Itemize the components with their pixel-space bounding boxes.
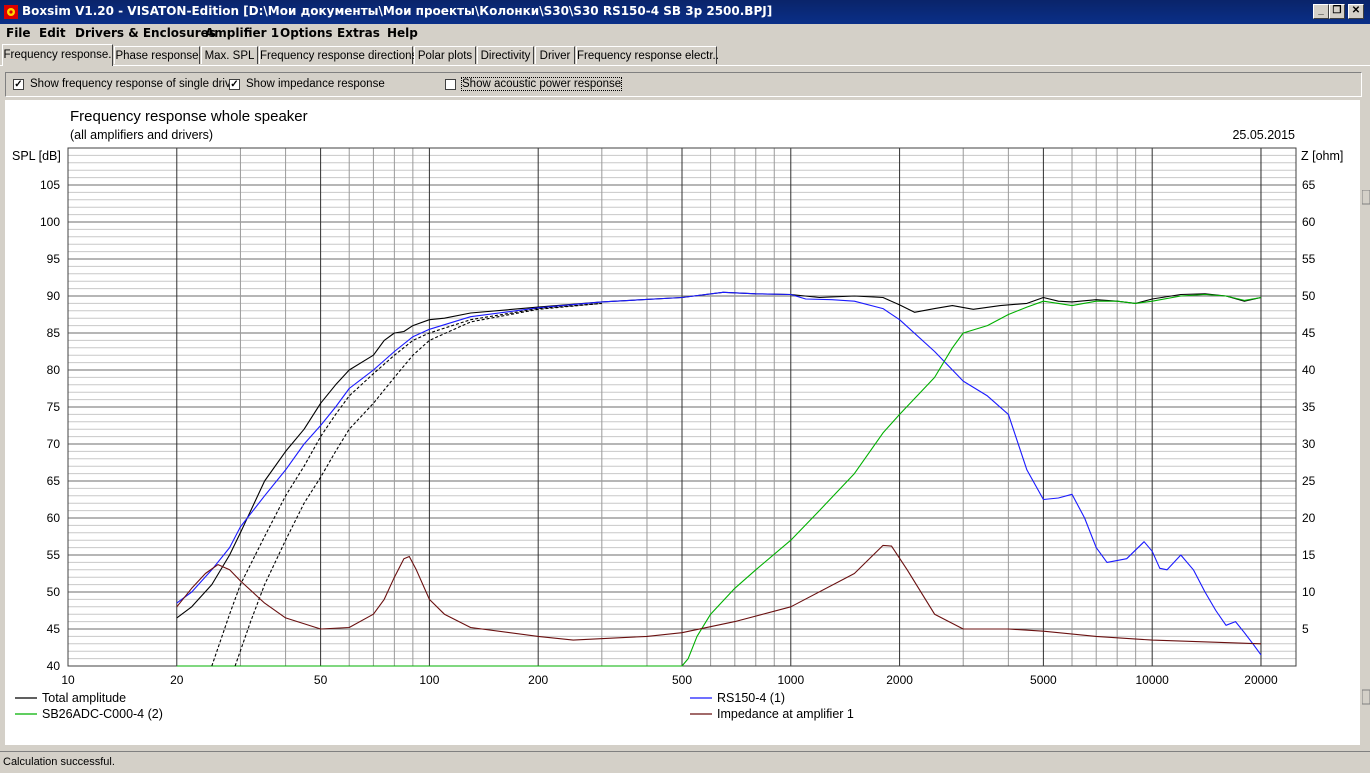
impedance-checkbox[interactable]: ✓ xyxy=(229,79,240,90)
y2-tick-label: 30 xyxy=(1302,437,1316,451)
tab-strip-border xyxy=(0,65,1370,66)
status-text: Calculation successful. xyxy=(3,756,115,768)
chart-grid xyxy=(67,147,1297,667)
window-title: Boxsim V1.20 - VISATON-Edition [D:\Мои д… xyxy=(22,4,773,18)
y2-tick-label: 50 xyxy=(1302,289,1316,303)
y-tick-label: 60 xyxy=(47,511,61,525)
y-tick-label: 85 xyxy=(47,326,61,340)
chart-legend: Total amplitude SB26ADC-C000-4 (2) RS150-4… xyxy=(15,691,854,721)
menu-options[interactable]: Options xyxy=(280,26,333,40)
x-tick-label: 50 xyxy=(314,673,328,687)
tab-frequency-response-electr[interactable]: Frequency response electr.. xyxy=(576,46,719,64)
tab-phase-response[interactable]: Phase response xyxy=(114,46,200,64)
view-tabs: Frequency response. Phase response Max. … xyxy=(0,44,1370,66)
boxsim-app-icon[interactable] xyxy=(3,4,19,20)
x-tick-label: 1000 xyxy=(777,673,804,687)
y-tick-label: 70 xyxy=(47,437,61,451)
y2-tick-label: 65 xyxy=(1302,178,1316,192)
single-drive-label[interactable]: Show frequency response of single drive xyxy=(30,78,237,90)
y2-tick-label: 60 xyxy=(1302,215,1316,229)
tab-max-spl[interactable]: Max. SPL xyxy=(201,46,258,64)
y2-tick-label: 20 xyxy=(1302,511,1316,525)
single-drive-checkbox[interactable]: ✓ xyxy=(13,79,24,90)
chart-labels: 4045505560657075808590951001055101520253… xyxy=(12,108,1343,687)
y2-tick-label: 55 xyxy=(1302,252,1316,266)
title-bar: Boxsim V1.20 - VISATON-Edition [D:\Мои д… xyxy=(0,0,1370,24)
y-tick-label: 65 xyxy=(47,474,61,488)
y-tick-label: 100 xyxy=(40,215,60,229)
y2-axis-label: Z [ohm] xyxy=(1301,149,1343,163)
right-edge-scrollbar[interactable] xyxy=(1361,189,1370,710)
y2-tick-label: 45 xyxy=(1302,326,1316,340)
y-tick-label: 80 xyxy=(47,363,61,377)
minimize-icon: _ xyxy=(1318,5,1324,16)
tab-directivity[interactable]: Directivity xyxy=(477,46,534,64)
x-tick-label: 20 xyxy=(170,673,184,687)
x-tick-label: 500 xyxy=(672,673,692,687)
y-tick-label: 105 xyxy=(40,178,60,192)
maximize-button[interactable]: ❐ xyxy=(1329,4,1345,19)
x-tick-label: 10 xyxy=(61,673,75,687)
y2-tick-label: 5 xyxy=(1302,622,1309,636)
y2-tick-label: 10 xyxy=(1302,585,1316,599)
legend-label: SB26ADC-C000-4 (2) xyxy=(42,707,163,721)
series-dashed-3 xyxy=(211,302,602,667)
x-tick-label: 100 xyxy=(419,673,439,687)
x-tick-label: 200 xyxy=(528,673,548,687)
menu-edit[interactable]: Edit xyxy=(39,26,66,40)
y-tick-label: 50 xyxy=(47,585,61,599)
menu-extras[interactable]: Extras xyxy=(337,26,380,40)
legend-label: Impedance at amplifier 1 xyxy=(717,707,854,721)
checkmark-icon: ✓ xyxy=(14,79,23,90)
x-tick-label: 20000 xyxy=(1244,673,1278,687)
close-button[interactable]: ✕ xyxy=(1348,4,1364,19)
checkmark-icon: ✓ xyxy=(230,79,239,90)
tab-driver[interactable]: Driver xyxy=(535,46,575,64)
legend-label: RS150-4 (1) xyxy=(717,691,785,705)
restore-icon: ❐ xyxy=(1332,5,1342,16)
tab-frequency-response[interactable]: Frequency response. xyxy=(2,44,113,66)
menu-amplifier-1[interactable]: Amplifier 1 xyxy=(205,26,279,40)
series-dashed-4 xyxy=(234,302,602,667)
close-icon: ✕ xyxy=(1351,5,1361,16)
menu-bar: File Edit Drivers & Enclosures Amplifier… xyxy=(0,24,1370,43)
y-axis-label: SPL [dB] xyxy=(12,149,61,163)
status-bar: Calculation successful. xyxy=(0,751,1370,773)
y2-tick-label: 35 xyxy=(1302,400,1316,414)
tab-polar-plots[interactable]: Polar plots xyxy=(414,46,476,64)
y2-tick-label: 15 xyxy=(1302,548,1316,562)
menu-file[interactable]: File xyxy=(6,26,31,40)
y2-tick-label: 25 xyxy=(1302,474,1316,488)
chart-series xyxy=(176,291,1262,667)
y-tick-label: 45 xyxy=(47,622,61,636)
options-panel: ✓ Show frequency response of single driv… xyxy=(5,72,1362,97)
menu-help[interactable]: Help xyxy=(387,26,418,40)
series-total-amplitude xyxy=(176,291,1262,619)
acoustic-power-label[interactable]: Show acoustic power response xyxy=(460,77,623,91)
series-sb26adc-c000-4-2 xyxy=(176,293,1262,667)
frequency-response-chart: 4045505560657075808590951001055101520253… xyxy=(12,108,1343,721)
x-tick-label: 2000 xyxy=(886,673,913,687)
y-tick-label: 90 xyxy=(47,289,61,303)
minimize-button[interactable]: _ xyxy=(1313,4,1329,19)
chart-subtitle: (all amplifiers and drivers) xyxy=(70,128,213,142)
legend-label: Total amplitude xyxy=(42,691,126,705)
chart-area: 40 45 50 55 60 65 70 75 80 85 90 95 100 105 5 10 15 20 25 3… xyxy=(5,100,1360,745)
impedance-label[interactable]: Show impedance response xyxy=(246,78,385,90)
menu-drivers-enclosures[interactable]: Drivers & Enclosures xyxy=(75,26,216,40)
chart-date: 25.05.2015 xyxy=(1232,128,1295,142)
y-tick-label: 40 xyxy=(47,659,61,673)
y-tick-label: 55 xyxy=(47,548,61,562)
tab-frequency-response-directions[interactable]: Frequency response directions xyxy=(259,46,417,64)
y-tick-label: 75 xyxy=(47,400,61,414)
acoustic-power-checkbox[interactable] xyxy=(445,79,456,90)
chart-title: Frequency response whole speaker xyxy=(70,108,308,125)
x-tick-label: 5000 xyxy=(1030,673,1057,687)
x-tick-label: 10000 xyxy=(1135,673,1169,687)
y-tick-label: 95 xyxy=(47,252,61,266)
y2-tick-label: 40 xyxy=(1302,363,1316,377)
